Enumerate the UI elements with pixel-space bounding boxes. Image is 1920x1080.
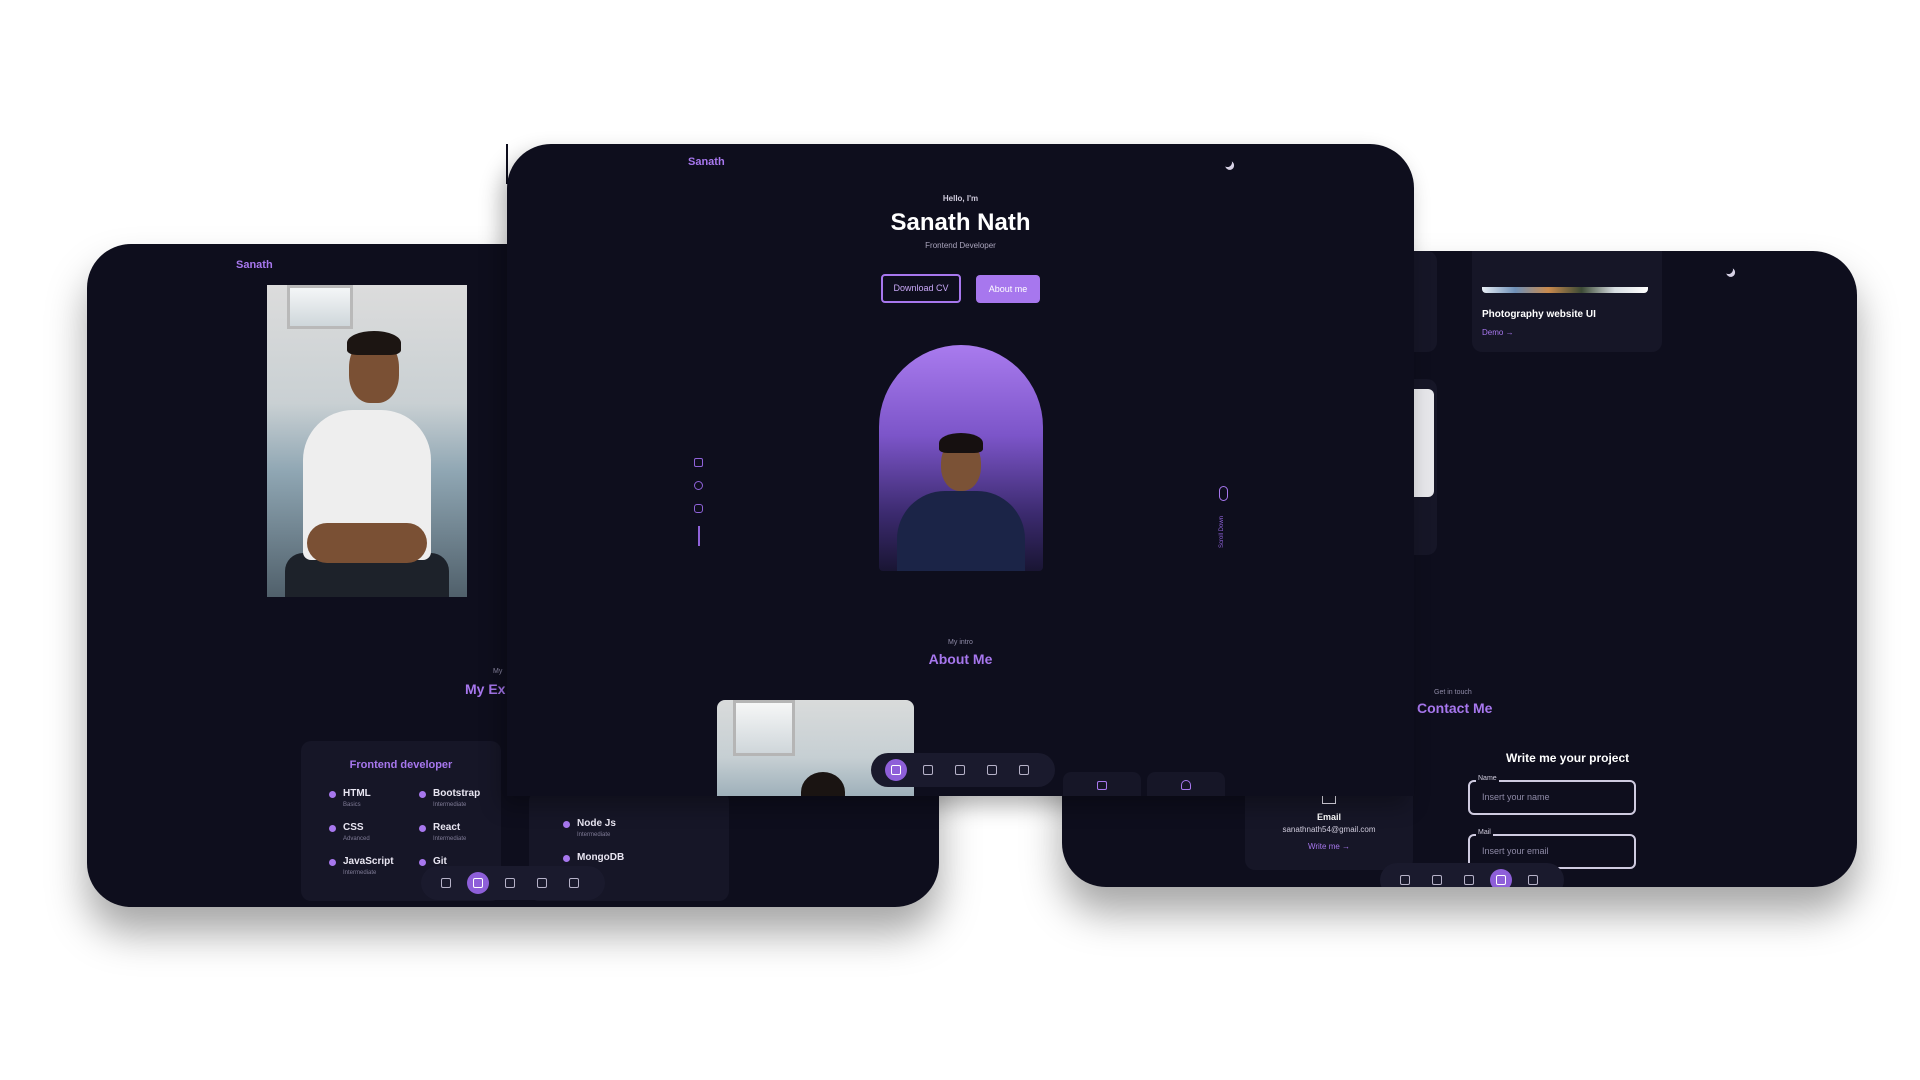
mail-input[interactable] bbox=[1480, 845, 1624, 857]
download-cv-button[interactable]: Download CV bbox=[881, 274, 961, 303]
email-address: sanathnath54@gmail.com bbox=[1282, 825, 1376, 834]
info-card-award bbox=[1063, 772, 1141, 796]
contact-title: Contact Me bbox=[1417, 700, 1493, 716]
nav-message-icon[interactable] bbox=[1522, 869, 1544, 887]
instagram-icon[interactable] bbox=[694, 504, 703, 513]
nav-briefcase-icon[interactable] bbox=[499, 872, 521, 894]
project-thumbnail-partial bbox=[1414, 389, 1434, 497]
social-divider bbox=[698, 526, 700, 546]
bottom-nav bbox=[871, 753, 1055, 787]
about-me-button[interactable]: About me bbox=[976, 275, 1040, 303]
bottom-nav bbox=[1380, 863, 1564, 887]
nav-home-icon[interactable] bbox=[1394, 869, 1416, 887]
section-subtitle: My bbox=[493, 668, 503, 675]
project-title: Photography website UI bbox=[1482, 309, 1596, 320]
briefcase-icon bbox=[1097, 781, 1107, 790]
headset-icon bbox=[1181, 780, 1191, 790]
greeting-text: Hello, I'm bbox=[942, 194, 979, 203]
project-card: Photography website UI Demo → bbox=[1472, 251, 1662, 352]
project-thumbnail bbox=[1482, 287, 1648, 293]
github-icon[interactable] bbox=[694, 481, 703, 490]
bottom-nav bbox=[421, 866, 605, 900]
nav-image-icon[interactable] bbox=[1490, 869, 1512, 887]
theme-toggle-moon-icon[interactable] bbox=[1723, 264, 1735, 276]
hero-name: Sanath Nath bbox=[890, 209, 1031, 236]
name-field: Name bbox=[1468, 775, 1636, 815]
skills-card-title: Frontend developer bbox=[349, 759, 453, 771]
contact-subtitle: Get in touch bbox=[1434, 689, 1472, 696]
nav-user-icon[interactable] bbox=[1426, 869, 1448, 887]
project-demo-link[interactable]: Demo → bbox=[1482, 328, 1514, 337]
write-me-link[interactable]: Write me → bbox=[1245, 842, 1413, 851]
nav-briefcase-icon[interactable] bbox=[949, 759, 971, 781]
nav-briefcase-icon[interactable] bbox=[1458, 869, 1480, 887]
info-card-support bbox=[1147, 772, 1225, 796]
hero-portrait bbox=[879, 345, 1043, 571]
nav-image-icon[interactable] bbox=[531, 872, 553, 894]
nav-image-icon[interactable] bbox=[981, 759, 1003, 781]
email-label: Email bbox=[1316, 812, 1341, 822]
nav-message-icon[interactable] bbox=[563, 872, 585, 894]
intro-subtitle: My intro bbox=[948, 639, 973, 646]
write-project-title: Write me your project bbox=[1506, 751, 1630, 765]
name-input[interactable] bbox=[1480, 791, 1624, 803]
linkedin-icon[interactable] bbox=[694, 458, 703, 467]
nav-message-icon[interactable] bbox=[1013, 759, 1035, 781]
hero-role: Frontend Developer bbox=[925, 241, 996, 250]
section-title: My Ex bbox=[465, 681, 506, 697]
profile-photo bbox=[267, 285, 467, 597]
name-field-label: Name bbox=[1476, 775, 1499, 782]
brand-logo[interactable]: Sanath bbox=[688, 156, 725, 168]
theme-toggle-moon-icon[interactable] bbox=[1222, 157, 1234, 169]
brand-logo[interactable]: Sanath bbox=[236, 259, 273, 271]
nav-user-icon[interactable] bbox=[467, 872, 489, 894]
nav-user-icon[interactable] bbox=[917, 759, 939, 781]
nav-home-icon[interactable] bbox=[435, 872, 457, 894]
intro-title: About Me bbox=[928, 651, 993, 667]
panel-home-view: Sanath Hello, I'm Sanath Nath Frontend D… bbox=[507, 144, 1414, 796]
scroll-down-label[interactable]: Scroll Down bbox=[1219, 497, 1225, 567]
nav-home-icon[interactable] bbox=[885, 759, 907, 781]
mail-field-label: Mail bbox=[1476, 829, 1493, 836]
